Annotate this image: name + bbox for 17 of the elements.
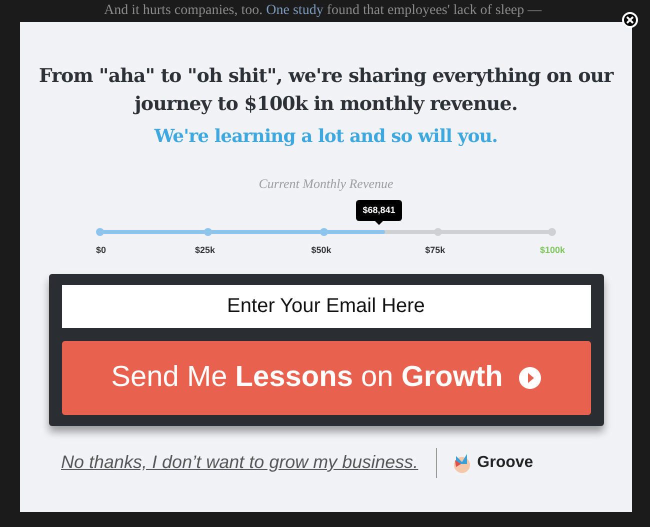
subheadline: We're learning a lot and so will you. [154, 125, 498, 149]
email-field[interactable]: Enter Your Email Here [62, 284, 590, 328]
close-icon [626, 16, 634, 24]
decline-link[interactable]: No thanks, I don’t want to grow my business. [61, 449, 418, 476]
tick-label: $0 [96, 244, 106, 256]
tick-label: $50k [311, 244, 332, 256]
tick-label: $25k [195, 244, 216, 256]
headline: From "aha" to "oh shit", we're sharing everything on our journey to $100k in monthly revenue. [38, 64, 615, 117]
tick-label: $100k [540, 244, 566, 256]
submit-button[interactable]: Send Me Lessons on Growth [62, 340, 590, 414]
tick-label: $75k [425, 244, 446, 256]
progress-label: Current Monthly Revenue [258, 175, 394, 193]
brand-name: Groove [477, 452, 534, 472]
article-link[interactable]: One study [266, 3, 324, 18]
close-button[interactable] [622, 12, 638, 28]
play-circle-icon [518, 366, 541, 388]
article-paragraph: And it hurts companies, too. One study found that employees' lack of sleep — [104, 2, 542, 19]
